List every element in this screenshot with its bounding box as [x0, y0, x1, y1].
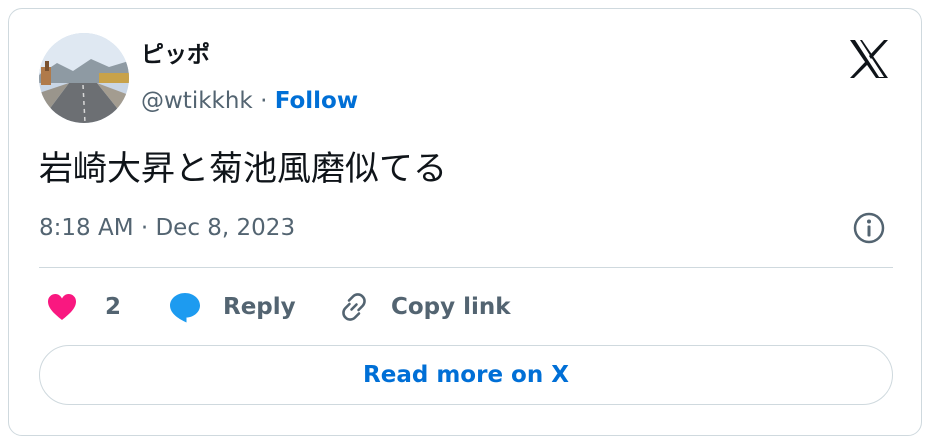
like-count: 2	[105, 294, 122, 320]
copy-link-label: Copy link	[391, 294, 511, 320]
like-button[interactable]: 2	[45, 287, 121, 327]
tweet-timestamp[interactable]: 8:18 AM · Dec 8, 2023	[39, 211, 295, 245]
heart-icon	[45, 290, 79, 324]
reply-button[interactable]: Reply	[167, 287, 296, 327]
copy-link-button[interactable]: Copy link	[337, 287, 511, 327]
reply-label: Reply	[223, 294, 296, 320]
info-icon[interactable]	[852, 211, 886, 245]
follow-link[interactable]: Follow	[275, 88, 358, 114]
avatar[interactable]	[39, 33, 129, 123]
display-name[interactable]: ピッポ	[141, 39, 210, 71]
divider	[39, 267, 893, 268]
link-icon	[337, 290, 371, 324]
tweet-card: ピッポ @wtikkhk · Follow 岩崎大昇と菊池風磨似てる 8:18 …	[8, 8, 922, 436]
avatar-photo	[39, 33, 129, 123]
handle-row: @wtikkhk · Follow	[141, 85, 358, 117]
tweet-text: 岩崎大昇と菊池風磨似てる	[39, 149, 447, 189]
speech-bubble-icon	[167, 289, 203, 325]
read-more-button[interactable]: Read more on X	[39, 345, 893, 405]
read-more-label: Read more on X	[363, 362, 569, 388]
x-logo-icon[interactable]	[847, 37, 891, 81]
handle-separator: ·	[252, 88, 275, 114]
user-handle[interactable]: @wtikkhk	[141, 88, 253, 114]
